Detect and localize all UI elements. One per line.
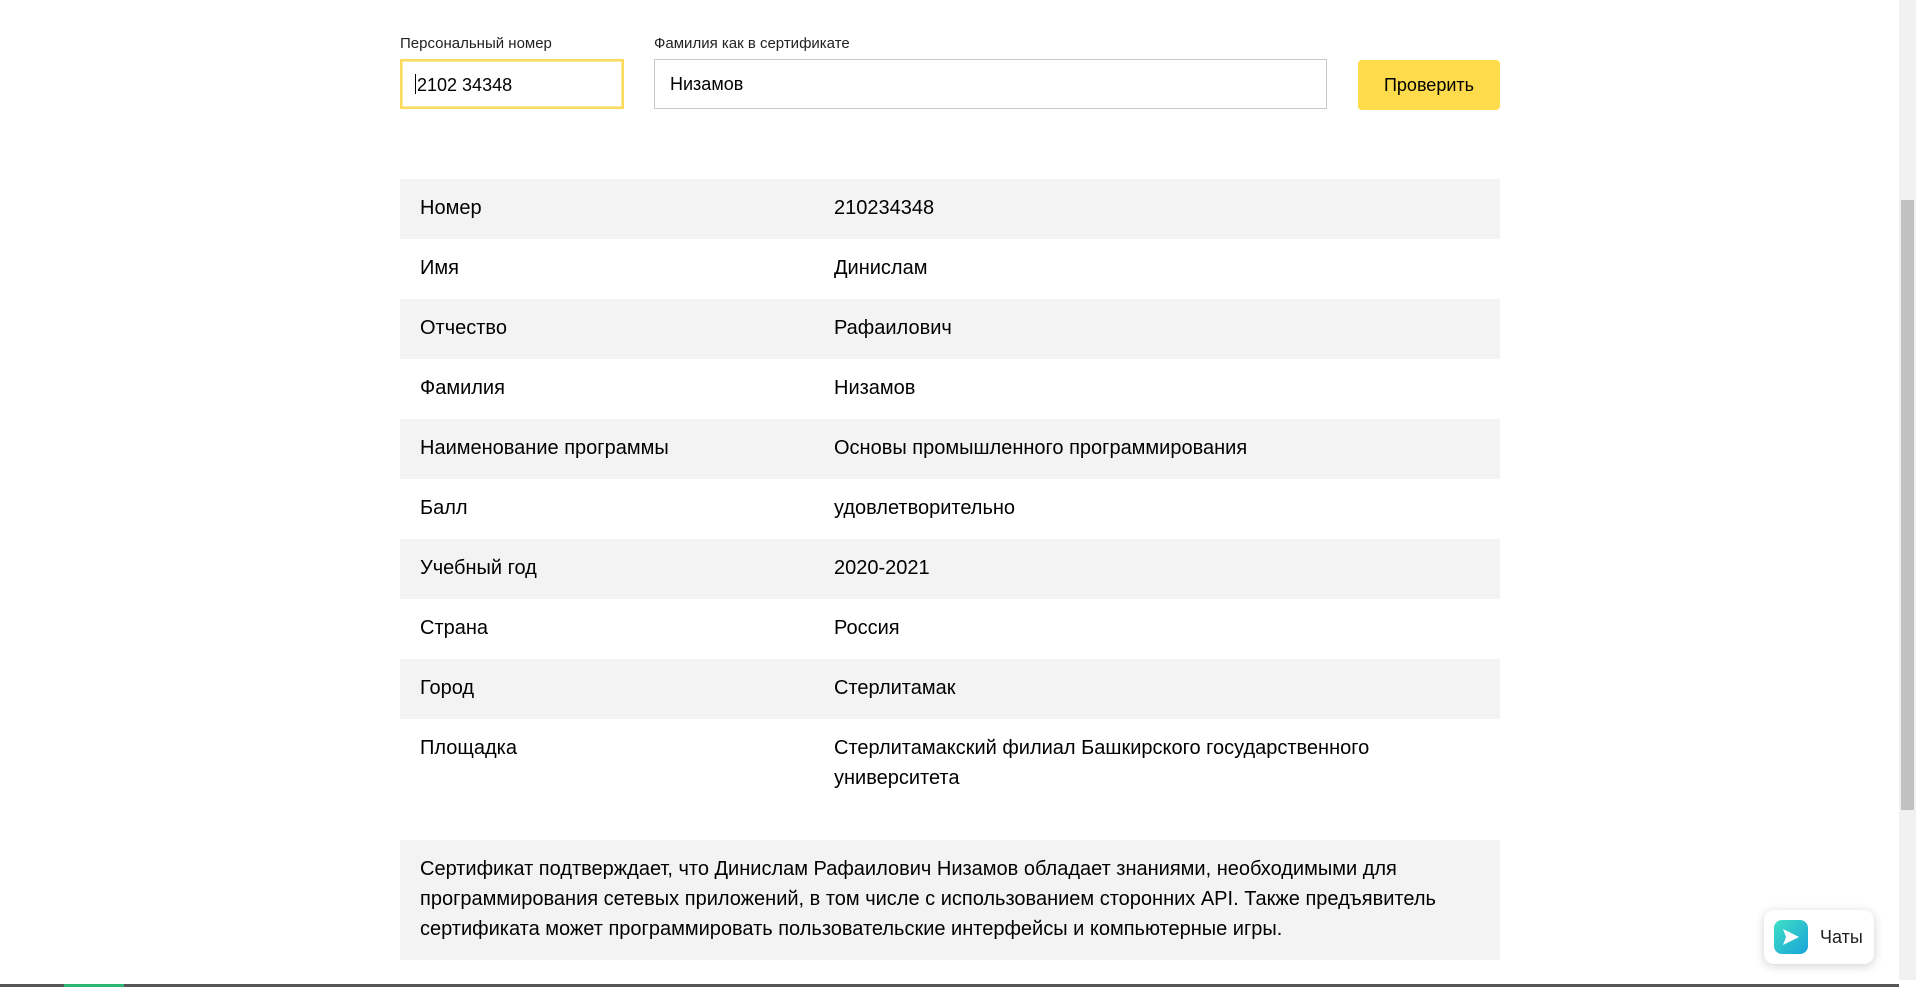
- row-value: 2020-2021: [834, 557, 930, 579]
- table-row: Фамилия Низамов: [400, 359, 1500, 419]
- table-row: Наименование программы Основы промышленн…: [400, 419, 1500, 479]
- send-icon: [1774, 920, 1808, 954]
- row-key: Отчество: [420, 317, 507, 339]
- row-value: Россия: [834, 617, 900, 639]
- row-value: Основы промышленного программирования: [834, 437, 1248, 459]
- table-row: Учебный год 2020-2021: [400, 539, 1500, 599]
- row-value: удовлетворительно: [834, 497, 1016, 519]
- surname-field: Фамилия как в сертификате Низамов: [654, 35, 1327, 109]
- row-value: 210234348: [834, 197, 935, 219]
- personal-number-input[interactable]: 2102 34348: [400, 59, 624, 109]
- row-value: Рафаилович: [834, 317, 952, 339]
- row-key: Город: [420, 677, 475, 699]
- row-key: Балл: [420, 497, 468, 519]
- row-value: Стерлитамакский филиал Башкирского госуд…: [834, 737, 1370, 789]
- chats-label: Чаты: [1820, 926, 1863, 947]
- personal-number-label: Персональный номер: [400, 35, 552, 52]
- row-value: Стерлитамак: [834, 677, 956, 699]
- certificate-description: Сертификат подтверждает, что Динислам Ра…: [400, 840, 1500, 960]
- row-key: Имя: [420, 257, 459, 279]
- scrollbar-thumb[interactable]: [1901, 200, 1914, 810]
- text-cursor: [415, 74, 416, 94]
- table-row: Город Стерлитамак: [400, 659, 1500, 719]
- page-scrollbar[interactable]: [1899, 0, 1916, 980]
- surname-value: Низамов: [670, 74, 744, 94]
- personal-number-value: 2102 34348: [417, 75, 513, 95]
- row-key: Наименование программы: [420, 437, 669, 459]
- row-value: Динислам: [834, 257, 928, 279]
- table-row: Отчество Рафаилович: [400, 299, 1500, 359]
- table-row: Страна Россия: [400, 599, 1500, 659]
- personal-number-field: Персональный номер 2102 34348: [400, 35, 624, 109]
- surname-input[interactable]: Низамов: [654, 59, 1327, 109]
- row-key: Номер: [420, 197, 482, 219]
- row-key: Страна: [420, 617, 489, 639]
- certificate-table: Номер 210234348 Имя Динислам Отчество Ра…: [400, 179, 1500, 819]
- table-row: Имя Динислам: [400, 239, 1500, 299]
- row-key: Учебный год: [420, 557, 537, 579]
- table-row: Номер 210234348: [400, 179, 1500, 239]
- row-key: Фамилия: [420, 377, 505, 399]
- check-button[interactable]: Проверить: [1358, 60, 1500, 110]
- check-form: Персональный номер 2102 34348 Фамилия ка…: [400, 35, 1500, 111]
- row-key: Площадка: [420, 737, 517, 759]
- table-row: Балл удовлетворительно: [400, 479, 1500, 539]
- chats-button[interactable]: Чаты: [1764, 910, 1874, 964]
- row-value: Низамов: [834, 377, 916, 399]
- surname-label: Фамилия как в сертификате: [654, 35, 850, 52]
- table-row: Площадка Стерлитамакский филиал Башкирск…: [400, 719, 1500, 819]
